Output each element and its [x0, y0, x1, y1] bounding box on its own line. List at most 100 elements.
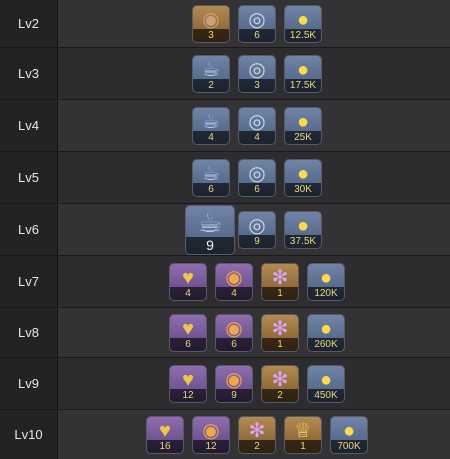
table-row: Lv6 ☕ 9 ◎ 9 ● 37.5K [0, 204, 450, 256]
level-label: Lv10 [0, 410, 58, 459]
pearl-item[interactable]: ◎ 6 [238, 5, 276, 43]
item-count: 2 [193, 79, 229, 92]
gold-coin-icon: ● [296, 111, 310, 133]
golden-relic-icon: ♥ [182, 318, 194, 340]
teapot-item[interactable]: ☕ 9 [185, 205, 235, 255]
spiral-orb-icon: ◉ [225, 267, 243, 289]
item-count: 9 [216, 389, 252, 402]
item-count: 1 [262, 338, 298, 351]
relic-item[interactable]: ♥ 6 [169, 314, 207, 352]
table-row: Lv10 ♥ 16 ◉ 12 ✻ 2 ♕ 1 ● 700K [0, 410, 450, 459]
teapot-item[interactable]: ☕ 4 [192, 107, 230, 145]
item-count: 2 [239, 440, 275, 453]
table-row: Lv7 ♥ 4 ◉ 4 ✻ 1 ● 120K [0, 256, 450, 308]
coin-item[interactable]: ● 120K [307, 263, 345, 301]
pearl-icon: ◎ [248, 9, 266, 31]
crown-item[interactable]: ♕ 1 [284, 416, 322, 454]
shell-item[interactable]: ◉ 3 [192, 5, 230, 43]
coin-item[interactable]: ● 12.5K [284, 5, 322, 43]
item-count: 700K [331, 440, 367, 453]
coin-item[interactable]: ● 700K [330, 416, 368, 454]
golden-relic-icon: ♥ [182, 369, 194, 391]
item-count: 9 [186, 237, 234, 254]
spiral-orb-item[interactable]: ◉ 12 [192, 416, 230, 454]
gold-coin-icon: ● [296, 59, 310, 81]
spiral-orb-item[interactable]: ◉ 4 [215, 263, 253, 301]
level-label: Lv8 [0, 308, 58, 357]
coin-item[interactable]: ● 25K [284, 107, 322, 145]
cost-cells: ☕ 9 ◎ 9 ● 37.5K [58, 204, 450, 255]
coin-item[interactable]: ● 37.5K [284, 211, 322, 249]
table-row: Lv9 ♥ 12 ◉ 9 ✻ 2 ● 450K [0, 358, 450, 410]
spiral-orb-item[interactable]: ◉ 9 [215, 365, 253, 403]
item-count: 3 [239, 79, 275, 92]
level-label: Lv9 [0, 358, 58, 409]
coin-item[interactable]: ● 260K [307, 314, 345, 352]
claw-item[interactable]: ✻ 2 [261, 365, 299, 403]
item-count: 16 [147, 440, 183, 453]
item-count: 17.5K [285, 79, 321, 92]
cost-cells: ♥ 6 ◉ 6 ✻ 1 ● 260K [58, 308, 450, 357]
claw-icon: ✻ [248, 420, 266, 442]
spiral-orb-icon: ◉ [225, 369, 243, 391]
pearl-item[interactable]: ◎ 3 [238, 55, 276, 93]
item-count: 6 [216, 338, 252, 351]
level-label: Lv7 [0, 256, 58, 307]
level-label: Lv5 [0, 152, 58, 203]
coin-item[interactable]: ● 17.5K [284, 55, 322, 93]
teapot-item[interactable]: ☕ 2 [192, 55, 230, 93]
pearl-icon: ◎ [248, 215, 266, 237]
relic-item[interactable]: ♥ 16 [146, 416, 184, 454]
item-count: 6 [239, 183, 275, 196]
gold-coin-icon: ● [342, 420, 356, 442]
relic-item[interactable]: ♥ 4 [169, 263, 207, 301]
golden-relic-icon: ♥ [159, 420, 171, 442]
item-count: 4 [170, 287, 206, 300]
spiral-orb-item[interactable]: ◉ 6 [215, 314, 253, 352]
pearl-item[interactable]: ◎ 9 [238, 211, 276, 249]
relic-item[interactable]: ♥ 12 [169, 365, 207, 403]
item-count: 4 [239, 131, 275, 144]
claw-item[interactable]: ✻ 1 [261, 314, 299, 352]
item-count: 12 [193, 440, 229, 453]
teapot-icon: ☕ [202, 59, 220, 81]
teapot-icon: ☕ [197, 207, 223, 238]
item-count: 6 [170, 338, 206, 351]
item-count: 4 [216, 287, 252, 300]
coin-item[interactable]: ● 30K [284, 159, 322, 197]
item-count: 120K [308, 287, 344, 300]
pearl-item[interactable]: ◎ 4 [238, 107, 276, 145]
item-count: 2 [262, 389, 298, 402]
table-row: Lv8 ♥ 6 ◉ 6 ✻ 1 ● 260K [0, 308, 450, 358]
pearl-item[interactable]: ◎ 6 [238, 159, 276, 197]
cost-cells: ♥ 4 ◉ 4 ✻ 1 ● 120K [58, 256, 450, 307]
item-count: 260K [308, 338, 344, 351]
item-count: 12.5K [285, 29, 321, 42]
level-label: Lv6 [0, 204, 58, 255]
table-row: Lv3 ☕ 2 ◎ 3 ● 17.5K [0, 48, 450, 100]
gold-coin-icon: ● [319, 318, 333, 340]
crown-icon: ♕ [294, 420, 312, 442]
pearl-icon: ◎ [248, 59, 266, 81]
level-label: Lv4 [0, 100, 58, 151]
item-count: 3 [193, 29, 229, 42]
claw-icon: ✻ [271, 369, 289, 391]
cost-cells: ☕ 6 ◎ 6 ● 30K [58, 152, 450, 203]
cost-cells: ♥ 12 ◉ 9 ✻ 2 ● 450K [58, 358, 450, 409]
claw-icon: ✻ [271, 318, 289, 340]
item-count: 6 [193, 183, 229, 196]
teapot-icon: ☕ [202, 163, 220, 185]
teapot-icon: ☕ [202, 111, 220, 133]
claw-item[interactable]: ✻ 2 [238, 416, 276, 454]
item-count: 9 [239, 235, 275, 248]
item-count: 450K [308, 389, 344, 402]
cost-cells: ♥ 16 ◉ 12 ✻ 2 ♕ 1 ● 700K [58, 410, 450, 459]
gold-coin-icon: ● [296, 9, 310, 31]
coin-item[interactable]: ● 450K [307, 365, 345, 403]
teapot-item[interactable]: ☕ 6 [192, 159, 230, 197]
item-count: 25K [285, 131, 321, 144]
gold-coin-icon: ● [319, 369, 333, 391]
gold-coin-icon: ● [319, 267, 333, 289]
claw-item[interactable]: ✻ 1 [261, 263, 299, 301]
item-count: 30K [285, 183, 321, 196]
